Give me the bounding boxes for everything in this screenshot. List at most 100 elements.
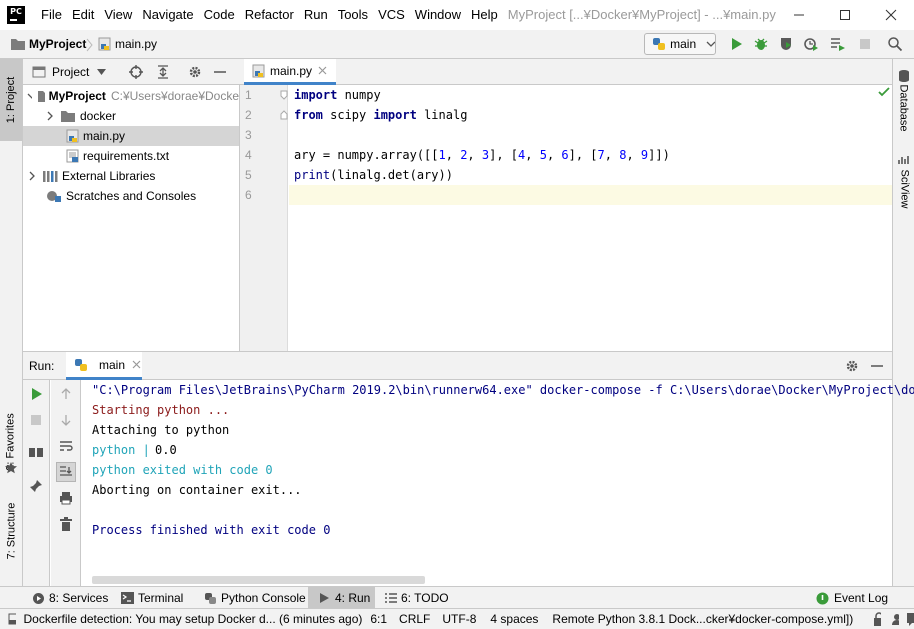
menu-edit[interactable]: Edit (67, 0, 99, 30)
maximize-icon (840, 10, 850, 20)
breadcrumb-project[interactable]: MyProject (10, 37, 86, 51)
file-encoding[interactable]: UTF-8 (442, 612, 476, 626)
close-tab-icon[interactable] (132, 360, 141, 369)
run-icon (320, 593, 329, 603)
line-separator[interactable]: CRLF (399, 612, 430, 626)
collapse-all-icon[interactable] (156, 64, 170, 79)
project-tool-tab[interactable]: 1: Project (0, 59, 22, 141)
menu-run[interactable]: Run (299, 0, 333, 30)
python-console-tool-tab[interactable]: Python Console (204, 587, 306, 609)
caret-position[interactable]: 6:1 (370, 612, 387, 626)
run-panel: Run: main "C:\Program Files\JetBrains\Py… (23, 351, 914, 587)
search-everywhere-button[interactable] (886, 35, 904, 53)
python-interpreter[interactable]: Remote Python 3.8.1 Dock...cker¥docker-c… (552, 612, 853, 626)
terminal-tool-tab[interactable]: Terminal (121, 587, 183, 609)
editor-tab-label: main.py (270, 63, 313, 78)
run-button[interactable] (727, 35, 745, 53)
print-button[interactable] (56, 488, 76, 508)
tree-item-external-libraries[interactable]: External Libraries (23, 166, 239, 186)
lock-icon[interactable] (873, 612, 881, 626)
menu-tools[interactable]: Tools (333, 0, 373, 30)
concurrency-button[interactable] (829, 35, 847, 53)
menu-view[interactable]: View (99, 0, 137, 30)
hide-panel-icon[interactable] (214, 66, 227, 78)
run-configuration-selector[interactable]: main (644, 33, 716, 55)
stop-button[interactable] (856, 35, 874, 53)
indent-setting[interactable]: 4 spaces (490, 612, 538, 626)
terminal-tool-tab-label: Terminal (138, 591, 184, 605)
hide-panel-icon[interactable] (871, 360, 883, 372)
close-window-button[interactable] (868, 0, 914, 30)
run-icon (32, 388, 42, 400)
tool-window-bar: 8: Services Terminal Python Console 4: R… (0, 586, 914, 609)
scroll-to-end-icon (60, 466, 72, 476)
database-tool-tab[interactable]: Database (893, 81, 914, 135)
restore-layout-button[interactable] (26, 442, 46, 462)
editor-tab-main-py[interactable]: main.py (244, 59, 336, 85)
rerun-button[interactable] (26, 384, 46, 404)
notifications-icon[interactable] (906, 612, 914, 626)
console-output[interactable]: "C:\Program Files\JetBrains\PyCharm 2019… (82, 380, 914, 587)
stop-icon (860, 39, 870, 49)
inspector-icon[interactable] (890, 612, 899, 626)
menu-navigate[interactable]: Navigate (137, 0, 198, 30)
editor: main.py 1 2 3 4 5 6 import numpy from sc… (240, 59, 892, 351)
project-tool-tab-label: 1: Project (5, 76, 17, 124)
sciview-tool-tab-label: SciView (898, 169, 910, 209)
print-icon (60, 492, 72, 505)
menu-window[interactable]: Window (410, 0, 466, 30)
tree-item-docker[interactable]: docker (23, 106, 239, 126)
minimize-button[interactable] (776, 0, 822, 30)
tree-item-scratches[interactable]: Scratches and Consoles (23, 186, 239, 206)
menu-refactor[interactable]: Refactor (240, 0, 299, 30)
scroll-down-button[interactable] (56, 410, 76, 430)
project-view-selector[interactable]: Project (52, 65, 89, 79)
soft-wrap-button[interactable] (56, 436, 76, 456)
chevron-down-icon[interactable] (97, 68, 107, 75)
services-tool-tab[interactable]: 8: Services (32, 587, 108, 609)
locate-file-icon[interactable] (129, 64, 144, 79)
maximize-button[interactable] (822, 0, 868, 30)
run-tab-main[interactable]: main (66, 352, 142, 380)
pin-tab-button[interactable] (26, 476, 46, 496)
tree-item-requirements[interactable]: requirements.txt (23, 146, 239, 166)
run-tool-tab-label: 4: Run (335, 591, 371, 605)
run-panel-title: Run: (29, 359, 55, 373)
sciview-tool-tab[interactable]: SciView (893, 165, 914, 213)
todo-tool-tab[interactable]: 6: TODO (385, 587, 449, 609)
breadcrumb-file[interactable]: main.py (98, 37, 157, 51)
coverage-button[interactable] (777, 35, 795, 53)
editor-tab-bar: main.py (240, 59, 892, 85)
hide-tool-windows-icon[interactable] (8, 613, 16, 625)
menu-file[interactable]: File (36, 0, 67, 30)
menu-vcs[interactable]: VCS (373, 0, 410, 30)
scroll-up-button[interactable] (56, 384, 76, 404)
menu-bar: File Edit View Navigate Code Refactor Ru… (36, 0, 503, 30)
title-bar: PC File Edit View Navigate Code Refactor… (0, 0, 914, 30)
horizontal-scrollbar[interactable] (92, 576, 425, 584)
run-tool-tab[interactable]: 4: Run (308, 587, 375, 609)
debug-button[interactable] (752, 35, 770, 53)
tree-item-main-py[interactable]: main.py (23, 126, 239, 146)
menu-help[interactable]: Help (466, 0, 503, 30)
close-tab-icon[interactable] (318, 66, 327, 75)
scroll-to-end-button[interactable] (56, 462, 76, 482)
structure-tool-tab[interactable]: 7: Structure (0, 491, 22, 571)
stop-button[interactable] (26, 410, 46, 430)
python-icon (653, 38, 665, 50)
profile-button[interactable] (802, 35, 820, 53)
code-area[interactable]: import numpy from scipy import linalg ar… (240, 85, 892, 351)
tree-item-myproject[interactable]: MyProject C:¥Users¥dorae¥Docke (23, 86, 239, 106)
event-log-tool-tab[interactable]: Event Log (816, 587, 888, 609)
layout-icon (29, 448, 43, 457)
menu-code[interactable]: Code (199, 0, 240, 30)
project-view-icon (32, 66, 46, 77)
gear-icon[interactable] (845, 359, 859, 373)
code-line-1: import numpy (294, 88, 381, 102)
status-message[interactable]: Dockerfile detection: You may setup Dock… (24, 612, 363, 626)
breadcrumb-separator-icon (86, 38, 93, 52)
folder-icon (11, 39, 25, 50)
gear-icon[interactable] (188, 65, 202, 79)
clear-all-button[interactable] (56, 514, 76, 534)
console-line: Attaching to python (92, 423, 230, 437)
